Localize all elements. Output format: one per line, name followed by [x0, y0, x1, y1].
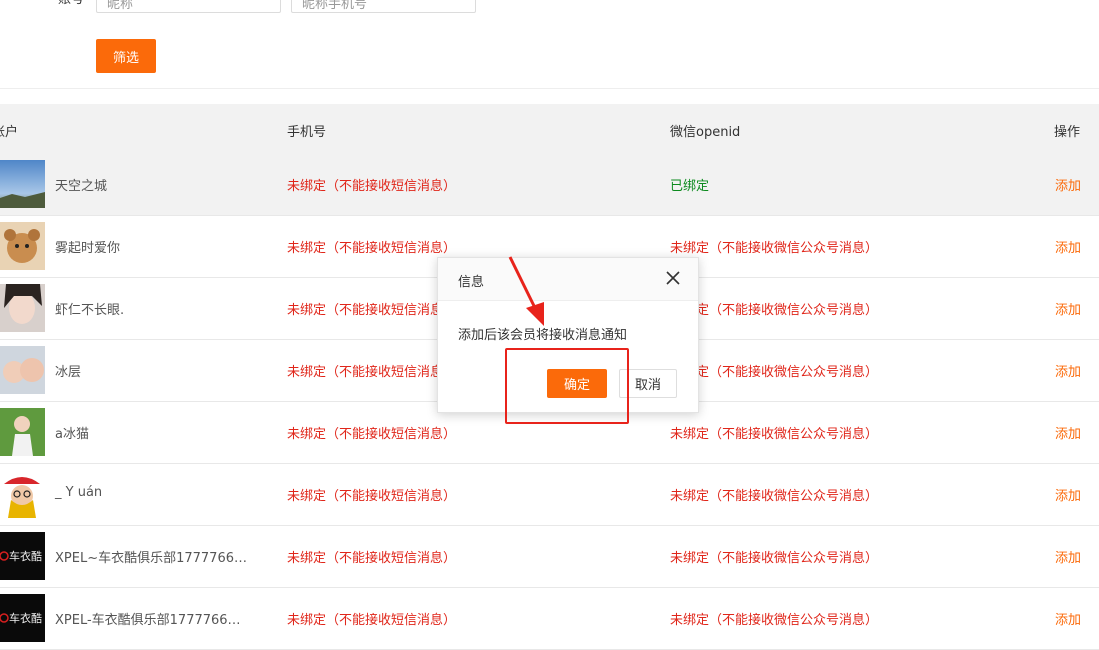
openid-status: 已绑定 [670, 179, 710, 194]
nickname-input[interactable]: 昵称 [96, 0, 281, 13]
account-label: 账号 [58, 0, 84, 7]
dialog-header: 信息 [438, 258, 698, 301]
openid-status: 未绑定（不能接收微信公众号消息） [670, 551, 879, 566]
member-name: a冰猫 [55, 427, 89, 442]
avatar: 车衣酷 [0, 532, 45, 580]
header-openid: 微信openid [670, 125, 741, 140]
phone-status: 未绑定（不能接收短信消息） [287, 179, 457, 194]
add-link[interactable]: 添加 [1055, 175, 1081, 194]
openid-status: 未绑定（不能接收微信公众号消息） [670, 303, 879, 318]
svg-text:车衣酷: 车衣酷 [9, 549, 42, 563]
svg-text:车衣酷: 车衣酷 [9, 611, 42, 625]
confirm-dialog: 信息 添加后该会员将接收消息通知 确定 取消 [437, 257, 699, 413]
avatar [0, 408, 45, 456]
avatar [0, 346, 45, 394]
table-row: 车衣酷 XPEL-车衣酷俱乐部1777766… 未绑定（不能接收短信消息） 未绑… [0, 588, 1099, 650]
header-user: 账户 [0, 125, 19, 140]
table-row: _ Y uán 未绑定（不能接收短信消息） 未绑定（不能接收微信公众号消息） 添… [0, 464, 1099, 526]
openid-status: 未绑定（不能接收微信公众号消息） [670, 489, 879, 504]
avatar [0, 470, 45, 518]
add-link[interactable]: 添加 [1055, 423, 1081, 442]
openid-status: 未绑定（不能接收微信公众号消息） [670, 613, 879, 628]
member-name: 冰层 [55, 365, 82, 380]
member-name: 雾起时爱你 [55, 241, 121, 256]
add-link[interactable]: 添加 [1055, 361, 1081, 380]
member-name: 天空之城 [55, 179, 108, 194]
avatar [0, 284, 45, 332]
phone-status: 未绑定（不能接收短信消息） [287, 551, 457, 566]
openid-status: 未绑定（不能接收微信公众号消息） [670, 427, 879, 442]
openid-status: 未绑定（不能接收微信公众号消息） [670, 241, 879, 256]
phone-input[interactable]: 昵称手机号 [291, 0, 476, 13]
dialog-message: 添加后该会员将接收消息通知 [458, 328, 628, 343]
add-link[interactable]: 添加 [1055, 485, 1081, 504]
avatar [0, 222, 45, 270]
member-name: XPEL-车衣酷俱乐部1777766… [55, 613, 241, 628]
avatar: 车衣酷 [0, 594, 45, 642]
table-row: 车衣酷 XPEL~车衣酷俱乐部1777766… 未绑定（不能接收短信消息） 未绑… [0, 526, 1099, 588]
add-link[interactable]: 添加 [1055, 609, 1081, 628]
phone-status: 未绑定（不能接收短信消息） [287, 241, 457, 256]
add-link[interactable]: 添加 [1055, 299, 1081, 318]
member-name: XPEL~车衣酷俱乐部1777766… [55, 551, 247, 566]
table-row: 天空之城 未绑定（不能接收短信消息） 已绑定 添加 [0, 154, 1099, 216]
member-name: 虾仁不长眼. [55, 303, 125, 318]
filter-button[interactable]: 筛选 [96, 39, 156, 73]
phone-status: 未绑定（不能接收短信消息） [287, 365, 457, 380]
confirm-button[interactable]: 确定 [547, 369, 607, 398]
phone-status: 未绑定（不能接收短信消息） [287, 613, 457, 628]
member-name: _ Y uán [55, 485, 103, 500]
avatar [0, 160, 45, 208]
add-link[interactable]: 添加 [1055, 237, 1081, 256]
close-icon[interactable] [665, 270, 681, 286]
openid-status: 未绑定（不能接收微信公众号消息） [670, 365, 879, 380]
table-header: 账户 手机号 微信openid 操作 [0, 104, 1099, 154]
header-phone: 手机号 [287, 125, 327, 140]
add-link[interactable]: 添加 [1055, 547, 1081, 566]
cancel-button[interactable]: 取消 [619, 369, 677, 398]
dialog-title: 信息 [458, 275, 485, 290]
phone-status: 未绑定（不能接收短信消息） [287, 303, 457, 318]
phone-status: 未绑定（不能接收短信消息） [287, 489, 457, 504]
phone-status: 未绑定（不能接收短信消息） [287, 427, 457, 442]
header-action: 操作 [1054, 125, 1081, 140]
divider [0, 88, 1099, 89]
